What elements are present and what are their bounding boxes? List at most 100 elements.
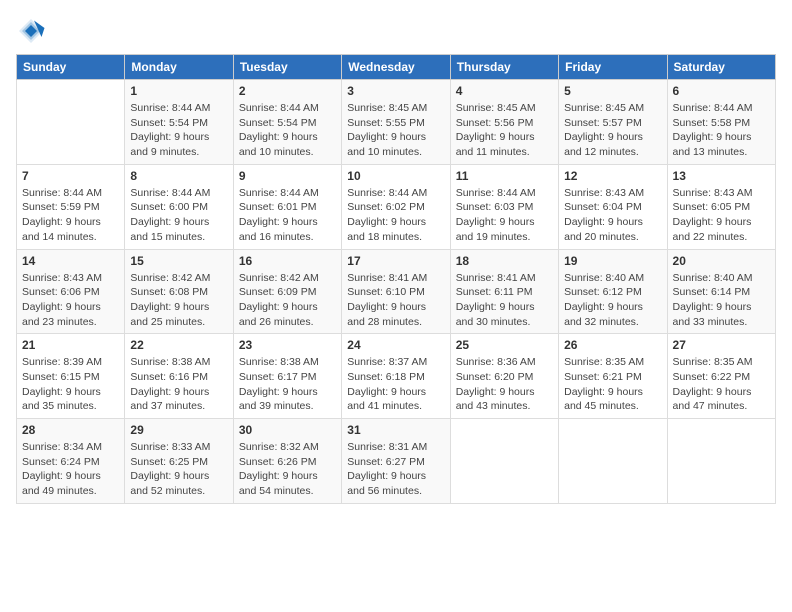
day-number: 29 bbox=[130, 423, 227, 437]
day-info: Sunrise: 8:38 AMSunset: 6:17 PMDaylight:… bbox=[239, 355, 336, 414]
day-number: 24 bbox=[347, 338, 444, 352]
week-row-4: 21 Sunrise: 8:39 AMSunset: 6:15 PMDaylig… bbox=[17, 334, 776, 419]
day-cell: 29 Sunrise: 8:33 AMSunset: 6:25 PMDaylig… bbox=[125, 419, 233, 504]
logo-icon bbox=[16, 16, 46, 46]
calendar-table: SundayMondayTuesdayWednesdayThursdayFrid… bbox=[16, 54, 776, 504]
day-info: Sunrise: 8:44 AMSunset: 6:03 PMDaylight:… bbox=[456, 186, 553, 245]
day-info: Sunrise: 8:41 AMSunset: 6:11 PMDaylight:… bbox=[456, 271, 553, 330]
day-cell: 31 Sunrise: 8:31 AMSunset: 6:27 PMDaylig… bbox=[342, 419, 450, 504]
day-number: 27 bbox=[673, 338, 770, 352]
day-info: Sunrise: 8:44 AMSunset: 5:54 PMDaylight:… bbox=[130, 101, 227, 160]
day-info: Sunrise: 8:38 AMSunset: 6:16 PMDaylight:… bbox=[130, 355, 227, 414]
day-cell: 25 Sunrise: 8:36 AMSunset: 6:20 PMDaylig… bbox=[450, 334, 558, 419]
day-info: Sunrise: 8:31 AMSunset: 6:27 PMDaylight:… bbox=[347, 440, 444, 499]
day-cell: 30 Sunrise: 8:32 AMSunset: 6:26 PMDaylig… bbox=[233, 419, 341, 504]
day-cell: 1 Sunrise: 8:44 AMSunset: 5:54 PMDayligh… bbox=[125, 80, 233, 165]
header-wednesday: Wednesday bbox=[342, 55, 450, 80]
day-number: 2 bbox=[239, 84, 336, 98]
day-info: Sunrise: 8:40 AMSunset: 6:12 PMDaylight:… bbox=[564, 271, 661, 330]
day-info: Sunrise: 8:41 AMSunset: 6:10 PMDaylight:… bbox=[347, 271, 444, 330]
day-info: Sunrise: 8:35 AMSunset: 6:21 PMDaylight:… bbox=[564, 355, 661, 414]
day-cell bbox=[17, 80, 125, 165]
page-header bbox=[16, 16, 776, 46]
day-info: Sunrise: 8:43 AMSunset: 6:06 PMDaylight:… bbox=[22, 271, 119, 330]
day-info: Sunrise: 8:44 AMSunset: 6:02 PMDaylight:… bbox=[347, 186, 444, 245]
day-info: Sunrise: 8:45 AMSunset: 5:57 PMDaylight:… bbox=[564, 101, 661, 160]
day-number: 31 bbox=[347, 423, 444, 437]
day-cell: 5 Sunrise: 8:45 AMSunset: 5:57 PMDayligh… bbox=[559, 80, 667, 165]
day-info: Sunrise: 8:44 AMSunset: 5:54 PMDaylight:… bbox=[239, 101, 336, 160]
day-number: 15 bbox=[130, 254, 227, 268]
day-info: Sunrise: 8:43 AMSunset: 6:05 PMDaylight:… bbox=[673, 186, 770, 245]
day-cell: 10 Sunrise: 8:44 AMSunset: 6:02 PMDaylig… bbox=[342, 164, 450, 249]
day-number: 23 bbox=[239, 338, 336, 352]
header-friday: Friday bbox=[559, 55, 667, 80]
day-number: 30 bbox=[239, 423, 336, 437]
day-number: 9 bbox=[239, 169, 336, 183]
day-number: 20 bbox=[673, 254, 770, 268]
day-cell: 23 Sunrise: 8:38 AMSunset: 6:17 PMDaylig… bbox=[233, 334, 341, 419]
day-number: 17 bbox=[347, 254, 444, 268]
day-cell: 26 Sunrise: 8:35 AMSunset: 6:21 PMDaylig… bbox=[559, 334, 667, 419]
day-cell: 11 Sunrise: 8:44 AMSunset: 6:03 PMDaylig… bbox=[450, 164, 558, 249]
day-cell: 12 Sunrise: 8:43 AMSunset: 6:04 PMDaylig… bbox=[559, 164, 667, 249]
day-number: 28 bbox=[22, 423, 119, 437]
day-cell: 22 Sunrise: 8:38 AMSunset: 6:16 PMDaylig… bbox=[125, 334, 233, 419]
day-cell: 16 Sunrise: 8:42 AMSunset: 6:09 PMDaylig… bbox=[233, 249, 341, 334]
day-info: Sunrise: 8:44 AMSunset: 6:00 PMDaylight:… bbox=[130, 186, 227, 245]
day-cell: 6 Sunrise: 8:44 AMSunset: 5:58 PMDayligh… bbox=[667, 80, 775, 165]
day-cell: 27 Sunrise: 8:35 AMSunset: 6:22 PMDaylig… bbox=[667, 334, 775, 419]
day-cell: 19 Sunrise: 8:40 AMSunset: 6:12 PMDaylig… bbox=[559, 249, 667, 334]
day-number: 7 bbox=[22, 169, 119, 183]
day-number: 12 bbox=[564, 169, 661, 183]
day-number: 3 bbox=[347, 84, 444, 98]
day-number: 11 bbox=[456, 169, 553, 183]
day-info: Sunrise: 8:44 AMSunset: 5:59 PMDaylight:… bbox=[22, 186, 119, 245]
day-cell: 3 Sunrise: 8:45 AMSunset: 5:55 PMDayligh… bbox=[342, 80, 450, 165]
day-info: Sunrise: 8:34 AMSunset: 6:24 PMDaylight:… bbox=[22, 440, 119, 499]
day-number: 6 bbox=[673, 84, 770, 98]
day-info: Sunrise: 8:45 AMSunset: 5:56 PMDaylight:… bbox=[456, 101, 553, 160]
day-cell: 8 Sunrise: 8:44 AMSunset: 6:00 PMDayligh… bbox=[125, 164, 233, 249]
day-info: Sunrise: 8:36 AMSunset: 6:20 PMDaylight:… bbox=[456, 355, 553, 414]
header-monday: Monday bbox=[125, 55, 233, 80]
day-info: Sunrise: 8:39 AMSunset: 6:15 PMDaylight:… bbox=[22, 355, 119, 414]
day-cell: 7 Sunrise: 8:44 AMSunset: 5:59 PMDayligh… bbox=[17, 164, 125, 249]
header-thursday: Thursday bbox=[450, 55, 558, 80]
day-cell: 28 Sunrise: 8:34 AMSunset: 6:24 PMDaylig… bbox=[17, 419, 125, 504]
week-row-2: 7 Sunrise: 8:44 AMSunset: 5:59 PMDayligh… bbox=[17, 164, 776, 249]
day-info: Sunrise: 8:44 AMSunset: 6:01 PMDaylight:… bbox=[239, 186, 336, 245]
day-cell: 14 Sunrise: 8:43 AMSunset: 6:06 PMDaylig… bbox=[17, 249, 125, 334]
day-cell: 21 Sunrise: 8:39 AMSunset: 6:15 PMDaylig… bbox=[17, 334, 125, 419]
day-info: Sunrise: 8:42 AMSunset: 6:09 PMDaylight:… bbox=[239, 271, 336, 330]
day-cell: 15 Sunrise: 8:42 AMSunset: 6:08 PMDaylig… bbox=[125, 249, 233, 334]
day-number: 10 bbox=[347, 169, 444, 183]
logo bbox=[16, 16, 50, 46]
day-info: Sunrise: 8:32 AMSunset: 6:26 PMDaylight:… bbox=[239, 440, 336, 499]
day-info: Sunrise: 8:40 AMSunset: 6:14 PMDaylight:… bbox=[673, 271, 770, 330]
week-row-3: 14 Sunrise: 8:43 AMSunset: 6:06 PMDaylig… bbox=[17, 249, 776, 334]
day-number: 14 bbox=[22, 254, 119, 268]
day-number: 26 bbox=[564, 338, 661, 352]
day-number: 21 bbox=[22, 338, 119, 352]
day-number: 25 bbox=[456, 338, 553, 352]
day-number: 8 bbox=[130, 169, 227, 183]
header-saturday: Saturday bbox=[667, 55, 775, 80]
day-info: Sunrise: 8:35 AMSunset: 6:22 PMDaylight:… bbox=[673, 355, 770, 414]
week-row-5: 28 Sunrise: 8:34 AMSunset: 6:24 PMDaylig… bbox=[17, 419, 776, 504]
day-cell: 17 Sunrise: 8:41 AMSunset: 6:10 PMDaylig… bbox=[342, 249, 450, 334]
day-cell bbox=[559, 419, 667, 504]
week-row-1: 1 Sunrise: 8:44 AMSunset: 5:54 PMDayligh… bbox=[17, 80, 776, 165]
day-number: 19 bbox=[564, 254, 661, 268]
day-number: 16 bbox=[239, 254, 336, 268]
day-cell: 24 Sunrise: 8:37 AMSunset: 6:18 PMDaylig… bbox=[342, 334, 450, 419]
day-info: Sunrise: 8:43 AMSunset: 6:04 PMDaylight:… bbox=[564, 186, 661, 245]
day-info: Sunrise: 8:37 AMSunset: 6:18 PMDaylight:… bbox=[347, 355, 444, 414]
day-cell: 18 Sunrise: 8:41 AMSunset: 6:11 PMDaylig… bbox=[450, 249, 558, 334]
day-number: 18 bbox=[456, 254, 553, 268]
calendar-header-row: SundayMondayTuesdayWednesdayThursdayFrid… bbox=[17, 55, 776, 80]
day-number: 1 bbox=[130, 84, 227, 98]
day-info: Sunrise: 8:33 AMSunset: 6:25 PMDaylight:… bbox=[130, 440, 227, 499]
day-number: 22 bbox=[130, 338, 227, 352]
day-cell: 2 Sunrise: 8:44 AMSunset: 5:54 PMDayligh… bbox=[233, 80, 341, 165]
